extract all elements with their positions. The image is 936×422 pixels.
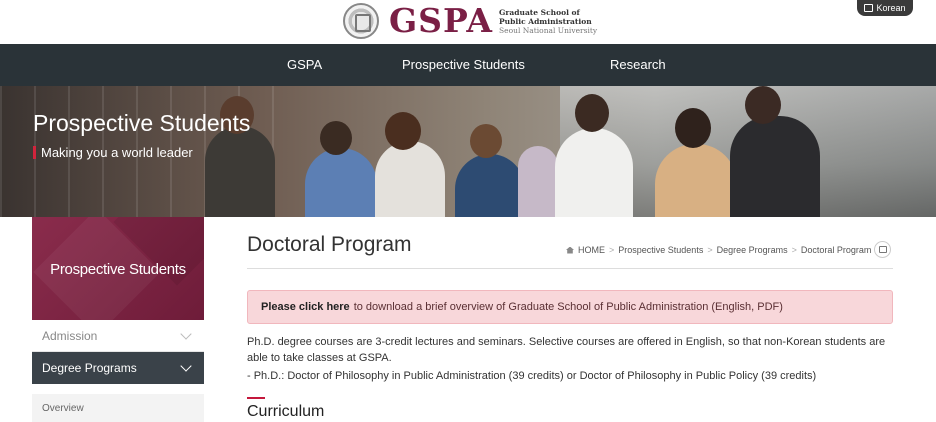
breadcrumb-item[interactable]: Doctoral Program [801, 245, 872, 255]
breadcrumb-item[interactable]: Prospective Students [618, 245, 703, 255]
photo-person [730, 116, 820, 217]
nav-item-gspa[interactable]: GSPA [287, 44, 322, 86]
sidebar-item-admission[interactable]: Admission [32, 320, 204, 352]
nav-item-research[interactable]: Research [610, 44, 666, 86]
site-logo[interactable]: GSPA Graduate School of Public Administr… [343, 1, 597, 41]
description-paragraph: Ph.D. degree courses are 3-credit lectur… [247, 336, 886, 364]
sidebar-header: Prospective Students [32, 217, 204, 320]
hero-banner: Prospective Students Making you a world … [0, 86, 936, 217]
language-button[interactable]: Korean [857, 0, 913, 16]
breadcrumb-item[interactable]: Degree Programs [717, 245, 788, 255]
print-icon [878, 246, 887, 253]
photo-person [455, 154, 525, 217]
photo-person-head [675, 108, 711, 148]
photo-person [305, 148, 377, 217]
photo-person [655, 144, 737, 217]
photo-person-head [470, 124, 502, 158]
breadcrumb: HOME > Prospective Students > Degree Pro… [566, 245, 871, 255]
photo-person [205, 126, 275, 217]
language-label: Korean [876, 3, 906, 13]
photo-person [518, 146, 558, 217]
university-seal-icon [343, 3, 379, 39]
notice-text: to download a brief overview of Graduate… [353, 301, 783, 313]
sidebar-title: Prospective Students [50, 261, 186, 278]
sidebar-item-label: Degree Programs [42, 361, 137, 375]
title-divider [247, 268, 893, 269]
download-notice: Please click here to download a brief ov… [247, 290, 893, 324]
photo-person-head [745, 86, 781, 124]
hero-title: Prospective Students [33, 110, 251, 136]
breadcrumb-separator: > [707, 245, 713, 255]
logo-subtitle: Graduate School of Public Administration… [499, 8, 597, 35]
breadcrumb-separator: > [791, 245, 797, 255]
photo-person-head [575, 94, 609, 132]
nav-item-prospective-students[interactable]: Prospective Students [402, 44, 525, 86]
section-title-curriculum: Curriculum [247, 403, 325, 420]
description-paragraph: - Ph.D.: Doctor of Philosophy in Public … [247, 370, 817, 382]
print-button[interactable] [874, 241, 891, 258]
chevron-down-icon [180, 360, 192, 372]
hero-subtitle: Making you a world leader [33, 146, 193, 159]
chevron-down-icon [180, 328, 192, 340]
breadcrumb-separator: > [609, 245, 615, 255]
home-icon [566, 246, 574, 254]
main-nav: GSPA Prospective Students Research [0, 44, 936, 86]
sidebar-item-degree-programs[interactable]: Degree Programs [32, 352, 204, 384]
photo-person [375, 141, 445, 217]
monitor-icon [864, 4, 874, 12]
photo-person-head [320, 121, 352, 155]
logo-wordmark: GSPA [389, 1, 494, 40]
program-description: Ph.D. degree courses are 3-credit lectur… [247, 334, 897, 386]
logo-sub-line: Seoul National University [499, 25, 598, 35]
sidebar-subitem-overview[interactable]: Overview [32, 394, 204, 422]
section-accent-line [247, 397, 265, 399]
sidebar-item-label: Admission [42, 328, 98, 343]
site-header: GSPA Graduate School of Public Administr… [0, 0, 936, 44]
page-title: Doctoral Program [247, 233, 412, 256]
logo-sub-line: Public Administration [499, 16, 592, 26]
photo-person-head [385, 112, 421, 150]
photo-person [555, 128, 633, 217]
breadcrumb-item[interactable]: HOME [578, 245, 605, 255]
logo-sub-line: Graduate School of [499, 7, 580, 17]
download-link[interactable]: Please click here [261, 301, 350, 313]
